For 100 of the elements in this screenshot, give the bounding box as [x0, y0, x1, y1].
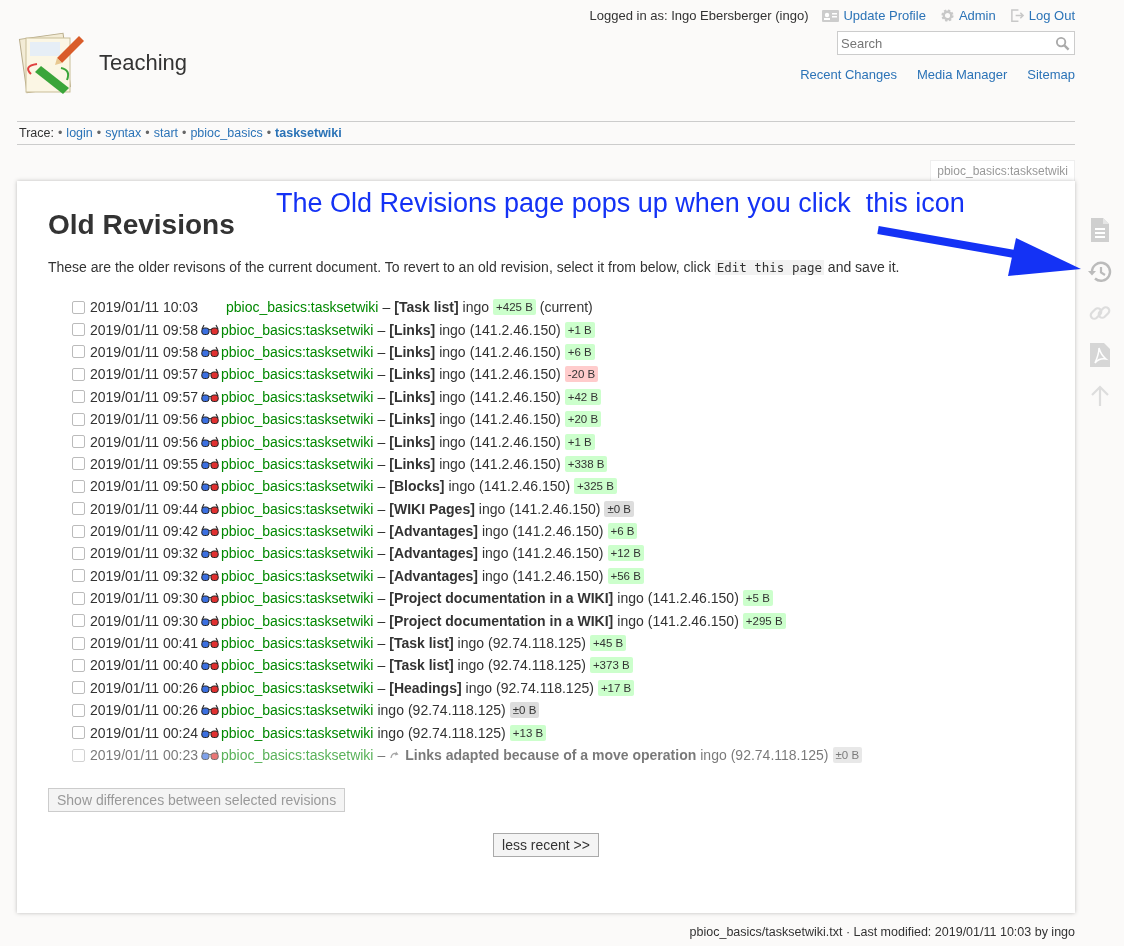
nav-link[interactable]: Media Manager — [916, 67, 1008, 82]
glasses-icon[interactable] — [200, 569, 219, 582]
revision-date: 2019/01/11 09:44 — [90, 500, 198, 517]
breadcrumb-link[interactable]: login — [66, 126, 93, 140]
revision-checkbox[interactable] — [72, 479, 85, 493]
logged-in-text: Logged in as: Ingo Ebersberger (ingo) — [589, 8, 809, 23]
page-link[interactable]: pbioc_basics:tasksetwiki — [220, 523, 374, 540]
search-field[interactable]: Search — [837, 31, 1075, 55]
glasses-icon[interactable] — [200, 457, 219, 470]
page-info: pbioc_basics/tasksetwiki.txt · Last modified: 2019/01/11 10:03 by ingo — [689, 925, 1075, 939]
glasses-icon[interactable] — [200, 704, 219, 717]
glasses-icon[interactable] — [200, 502, 219, 515]
glasses-icon[interactable] — [200, 659, 219, 672]
page-link[interactable]: pbioc_basics:tasksetwiki — [220, 500, 374, 517]
revision-checkbox[interactable] — [72, 614, 85, 628]
edit-summary: [Advantages] — [389, 567, 478, 584]
page-link[interactable]: pbioc_basics:tasksetwiki — [220, 478, 374, 495]
revision-checkbox[interactable] — [72, 569, 85, 583]
revision-checkbox[interactable] — [72, 323, 85, 337]
site-title[interactable]: Teaching — [99, 50, 188, 76]
user-link[interactable]: Log Out — [1009, 8, 1075, 23]
page-link[interactable]: pbioc_basics:tasksetwiki — [220, 747, 374, 763]
revision-checkbox[interactable] — [72, 726, 85, 740]
page-link[interactable]: pbioc_basics:tasksetwiki — [220, 567, 374, 584]
nav-link[interactable]: Recent Changes — [800, 67, 897, 82]
revision-checkbox[interactable] — [72, 681, 85, 695]
breadcrumb-link[interactable]: start — [153, 126, 178, 140]
glasses-icon[interactable] — [200, 592, 219, 605]
summary-dash: – — [382, 299, 391, 316]
breadcrumb-link[interactable]: syntax — [105, 126, 142, 140]
summary-dash: – — [377, 321, 386, 338]
revision-user: ingo — [700, 747, 727, 763]
glasses-icon[interactable] — [200, 525, 219, 538]
page-link[interactable]: pbioc_basics:tasksetwiki — [220, 724, 374, 741]
document-icon[interactable] — [1088, 217, 1111, 243]
page-link[interactable]: pbioc_basics:tasksetwiki — [220, 702, 374, 719]
page-link[interactable]: pbioc_basics:tasksetwiki — [220, 343, 374, 360]
revision-checkbox[interactable] — [72, 658, 85, 672]
revision-checkbox[interactable] — [72, 636, 85, 650]
glasses-icon[interactable] — [200, 547, 219, 560]
revision-checkbox[interactable] — [72, 345, 85, 359]
user-link[interactable]: Update Profile — [822, 8, 926, 23]
size-change: +12 B — [607, 545, 644, 562]
revision-date: 2019/01/11 09:30 — [90, 612, 198, 629]
breadcrumb-link[interactable]: tasksetwiki — [275, 126, 342, 140]
page-link[interactable]: pbioc_basics:tasksetwiki — [220, 433, 374, 450]
page-link[interactable]: pbioc_basics:tasksetwiki — [220, 545, 374, 562]
glasses-icon[interactable] — [200, 413, 219, 426]
search-icon[interactable] — [1055, 36, 1070, 51]
less-recent-button[interactable]: less recent >> — [493, 833, 599, 858]
glasses-icon[interactable] — [200, 637, 219, 650]
size-change: +1 B — [564, 433, 595, 450]
revision-user: ingo — [617, 612, 644, 629]
user-link[interactable]: Admin — [939, 8, 996, 23]
breadcrumb-link[interactable]: pbioc_basics — [190, 126, 263, 140]
glasses-icon[interactable] — [200, 390, 219, 403]
revision-user: ingo — [439, 455, 466, 472]
nav-link[interactable]: Sitemap — [1027, 67, 1075, 82]
revision-date: 2019/01/11 09:30 — [90, 590, 198, 607]
glasses-icon[interactable] — [200, 726, 219, 739]
revision-checkbox[interactable] — [72, 502, 85, 516]
revision-checkbox[interactable] — [72, 435, 85, 449]
history-icon[interactable] — [1086, 260, 1113, 284]
page-link[interactable]: pbioc_basics:tasksetwiki — [220, 590, 374, 607]
revision-checkbox[interactable] — [72, 300, 85, 314]
revision-checkbox[interactable] — [72, 591, 85, 605]
page-link[interactable]: pbioc_basics:tasksetwiki — [220, 366, 374, 383]
glasses-icon[interactable] — [200, 323, 219, 336]
page-link[interactable]: pbioc_basics:tasksetwiki — [220, 657, 374, 674]
glasses-icon[interactable] — [200, 368, 219, 381]
glasses-icon[interactable] — [200, 614, 219, 627]
revision-date: 2019/01/11 09:58 — [90, 321, 198, 338]
revision-checkbox[interactable] — [72, 367, 85, 381]
glasses-icon[interactable] — [200, 345, 219, 358]
page-link[interactable]: pbioc_basics:tasksetwiki — [220, 455, 374, 472]
page-link[interactable]: pbioc_basics:tasksetwiki — [220, 411, 374, 428]
size-change: +295 B — [742, 612, 786, 629]
edit-summary: [Task list] — [389, 635, 454, 652]
glasses-icon[interactable] — [200, 435, 219, 448]
revision-checkbox[interactable] — [72, 703, 85, 717]
page-link[interactable]: pbioc_basics:tasksetwiki — [220, 679, 374, 696]
glasses-icon[interactable] — [200, 681, 219, 694]
revision-checkbox[interactable] — [72, 390, 85, 404]
revision-checkbox[interactable] — [72, 524, 85, 538]
page-link[interactable]: pbioc_basics:tasksetwiki — [220, 321, 374, 338]
revision-checkbox[interactable] — [72, 748, 85, 762]
revision-ip: (141.2.46.150) — [469, 455, 561, 472]
revision-checkbox[interactable] — [72, 457, 85, 471]
page-link[interactable]: pbioc_basics:tasksetwiki — [225, 299, 379, 316]
revision-checkbox[interactable] — [72, 412, 85, 426]
page-link[interactable]: pbioc_basics:tasksetwiki — [220, 388, 374, 405]
edit-summary: [Blocks] — [389, 478, 445, 495]
glasses-icon[interactable] — [200, 480, 219, 493]
revision-checkbox[interactable] — [72, 547, 85, 560]
revision-date: 2019/01/11 09:50 — [90, 478, 198, 495]
summary-dash: – — [377, 635, 386, 652]
pdf-icon[interactable] — [1088, 342, 1111, 368]
page-link[interactable]: pbioc_basics:tasksetwiki — [220, 612, 374, 629]
revision-date: 2019/01/11 00:23 — [90, 747, 198, 763]
page-link[interactable]: pbioc_basics:tasksetwiki — [220, 635, 374, 652]
